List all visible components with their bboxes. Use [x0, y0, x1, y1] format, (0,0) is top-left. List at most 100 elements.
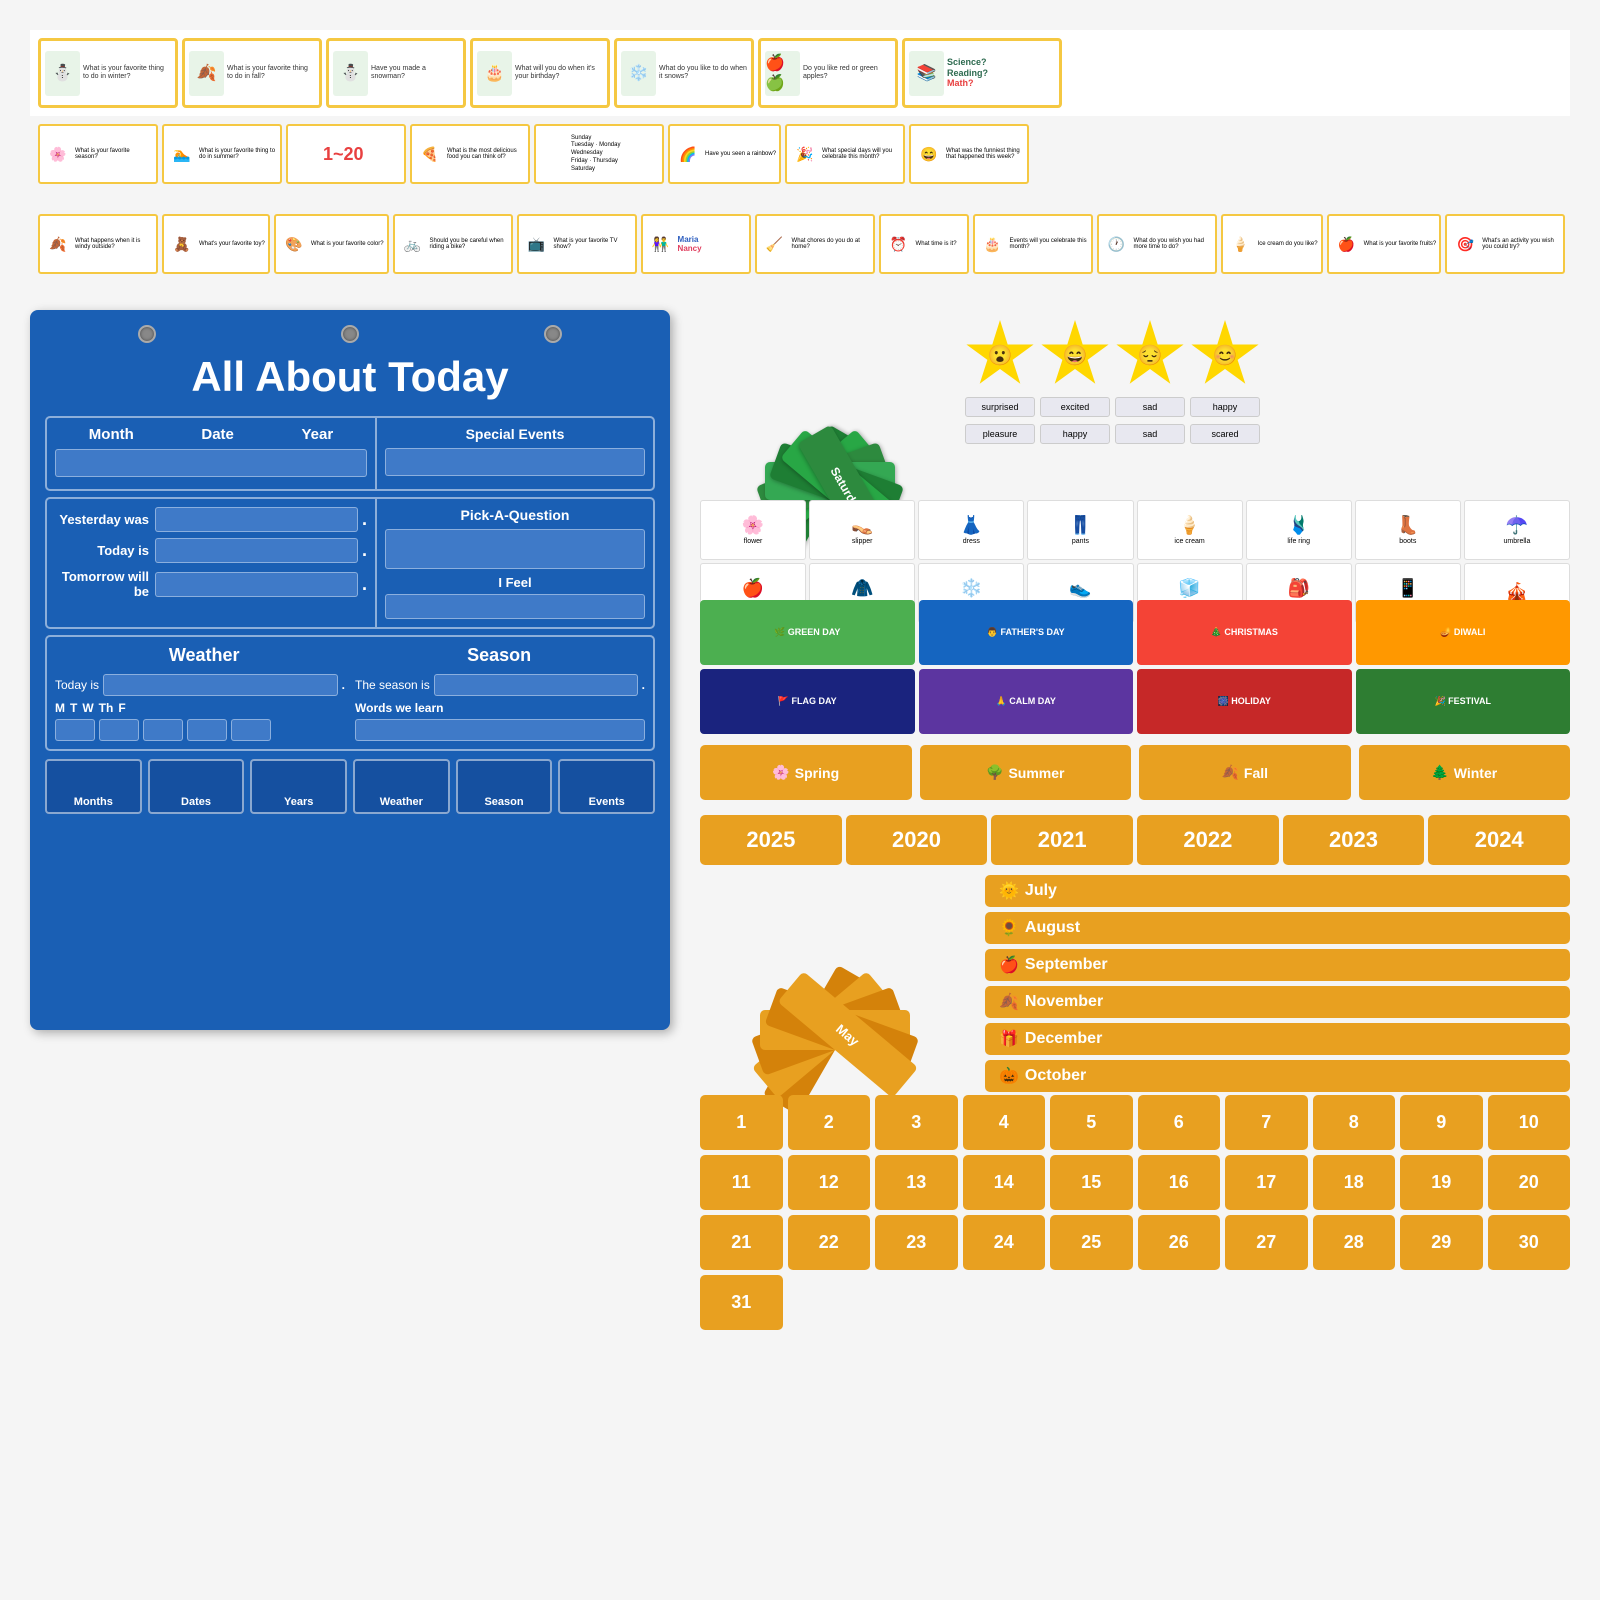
date-8[interactable]: 8 [1313, 1095, 1396, 1150]
date-5[interactable]: 5 [1050, 1095, 1133, 1150]
card-s7[interactable]: 🎉 What special days will you celebrate t… [785, 124, 905, 184]
card-s1[interactable]: 🌸 What is your favorite season? [38, 124, 158, 184]
season-summer[interactable]: 🌳 Summer [920, 745, 1132, 800]
card-birthday[interactable]: 🎂 What will you do when it's your birthd… [470, 38, 610, 108]
season-slot[interactable] [434, 674, 638, 696]
date-31[interactable]: 31 [700, 1275, 783, 1330]
vocab-pants[interactable]: 👖pants [1027, 500, 1133, 560]
month-september[interactable]: 🍎 September [985, 949, 1570, 981]
vocab-boots[interactable]: 👢boots [1355, 500, 1461, 560]
date-1[interactable]: 1 [700, 1095, 783, 1150]
month-august[interactable]: 🌻 August [985, 912, 1570, 944]
date-26[interactable]: 26 [1138, 1215, 1221, 1270]
card-t10[interactable]: 🕐 What do you wish you had more time to … [1097, 214, 1217, 274]
card-s2[interactable]: 🏊 What is your favorite thing to do in s… [162, 124, 282, 184]
month-december[interactable]: 🎁 December [985, 1023, 1570, 1055]
card-s4[interactable]: 🍕 What is the most delicious food you ca… [410, 124, 530, 184]
date-9[interactable]: 9 [1400, 1095, 1483, 1150]
date-27[interactable]: 27 [1225, 1215, 1308, 1270]
card-t9[interactable]: 🎂 Events will you celebrate this month? [973, 214, 1093, 274]
month-november[interactable]: 🍂 November [985, 986, 1570, 1018]
vocab-flower[interactable]: 🌸flower [700, 500, 806, 560]
date-22[interactable]: 22 [788, 1215, 871, 1270]
card-t4[interactable]: 🚲 Should you be careful when riding a bi… [393, 214, 513, 274]
paq-slot[interactable] [385, 529, 645, 569]
event-card-diwali[interactable]: 🪔 DIWALI [1356, 600, 1571, 665]
card-s3[interactable]: 1~20 [286, 124, 406, 184]
date-12[interactable]: 12 [788, 1155, 871, 1210]
date-28[interactable]: 28 [1313, 1215, 1396, 1270]
card-snowman[interactable]: ⛄ Have you made a snowman? [326, 38, 466, 108]
date-18[interactable]: 18 [1313, 1155, 1396, 1210]
card-subject[interactable]: 📚 Science?Reading?Math? [902, 38, 1062, 108]
card-snow[interactable]: ❄️ What do you like to do when it snows? [614, 38, 754, 108]
vocab-dress[interactable]: 👗dress [918, 500, 1024, 560]
words-slot[interactable] [355, 719, 645, 741]
date-25[interactable]: 25 [1050, 1215, 1133, 1270]
vocab-umbrella[interactable]: ☂️umbrella [1464, 500, 1570, 560]
yesterday-slot[interactable] [155, 507, 358, 532]
date-input-slot[interactable] [55, 449, 367, 477]
date-20[interactable]: 20 [1488, 1155, 1571, 1210]
year-2022[interactable]: 2022 [1137, 815, 1279, 865]
month-october[interactable]: 🎃 October [985, 1060, 1570, 1092]
day-slot-t[interactable] [99, 719, 139, 741]
card-t12[interactable]: 🍎 What is your favorite fruits? [1327, 214, 1442, 274]
date-11[interactable]: 11 [700, 1155, 783, 1210]
event-card-green-day[interactable]: 🌿 GREEN DAY [700, 600, 915, 665]
card-t11[interactable]: 🍦 Ice cream do you like? [1221, 214, 1323, 274]
pocket-years[interactable]: Years [250, 759, 347, 814]
day-slot-f[interactable] [231, 719, 271, 741]
date-19[interactable]: 19 [1400, 1155, 1483, 1210]
special-events-slot[interactable] [385, 448, 645, 476]
event-card-christmas[interactable]: 🎄 CHRISTMAS [1137, 600, 1352, 665]
season-fall[interactable]: 🍂 Fall [1139, 745, 1351, 800]
vocab-icecream[interactable]: 🍦ice cream [1137, 500, 1243, 560]
tomorrow-slot[interactable] [155, 572, 358, 597]
season-spring[interactable]: 🌸 Spring [700, 745, 912, 800]
year-2025[interactable]: 2025 [700, 815, 842, 865]
date-24[interactable]: 24 [963, 1215, 1046, 1270]
day-slot-th[interactable] [187, 719, 227, 741]
day-slot-w[interactable] [143, 719, 183, 741]
date-3[interactable]: 3 [875, 1095, 958, 1150]
date-29[interactable]: 29 [1400, 1215, 1483, 1270]
year-2023[interactable]: 2023 [1283, 815, 1425, 865]
date-7[interactable]: 7 [1225, 1095, 1308, 1150]
vocab-swim[interactable]: 🩱life ring [1246, 500, 1352, 560]
card-t5[interactable]: 📺 What is your favorite TV show? [517, 214, 637, 274]
date-30[interactable]: 30 [1488, 1215, 1571, 1270]
date-13[interactable]: 13 [875, 1155, 958, 1210]
card-t8[interactable]: ⏰ What time is it? [879, 214, 969, 274]
vocab-slipper[interactable]: 👡slipper [809, 500, 915, 560]
card-t6[interactable]: 👫 MariaNancy [641, 214, 751, 274]
pocket-season[interactable]: Season [456, 759, 553, 814]
pocket-events[interactable]: Events [558, 759, 655, 814]
event-card-flag-day[interactable]: 🚩 FLAG DAY [700, 669, 915, 734]
i-feel-slot[interactable] [385, 594, 645, 619]
date-2[interactable]: 2 [788, 1095, 871, 1150]
card-s6[interactable]: 🌈 Have you seen a rainbow? [668, 124, 781, 184]
year-2024[interactable]: 2024 [1428, 815, 1570, 865]
date-23[interactable]: 23 [875, 1215, 958, 1270]
event-card-calm[interactable]: 🙏 CALM DAY [919, 669, 1134, 734]
card-s5[interactable]: SundayTuesday · MondayWednesdayFriday · … [534, 124, 664, 184]
card-t1[interactable]: 🍂 What happens when it is windy outside? [38, 214, 158, 274]
card-fall[interactable]: 🍂 What is your favorite thing to do in f… [182, 38, 322, 108]
day-slot-m[interactable] [55, 719, 95, 741]
pocket-dates[interactable]: Dates [148, 759, 245, 814]
date-6[interactable]: 6 [1138, 1095, 1221, 1150]
card-winter[interactable]: ⛄ What is your favorite thing to do in w… [38, 38, 178, 108]
card-t13[interactable]: 🎯 What's an activity you wish you could … [1445, 214, 1565, 274]
date-14[interactable]: 14 [963, 1155, 1046, 1210]
event-card-festival[interactable]: 🎉 FESTIVAL [1356, 669, 1571, 734]
year-2021[interactable]: 2021 [991, 815, 1133, 865]
date-17[interactable]: 17 [1225, 1155, 1308, 1210]
date-21[interactable]: 21 [700, 1215, 783, 1270]
year-2020[interactable]: 2020 [846, 815, 988, 865]
event-card-holiday[interactable]: 🎆 HOLIDAY [1137, 669, 1352, 734]
season-winter[interactable]: 🌲 Winter [1359, 745, 1571, 800]
card-t3[interactable]: 🎨 What is your favorite color? [274, 214, 389, 274]
date-16[interactable]: 16 [1138, 1155, 1221, 1210]
card-t7[interactable]: 🧹 What chores do you do at home? [755, 214, 875, 274]
